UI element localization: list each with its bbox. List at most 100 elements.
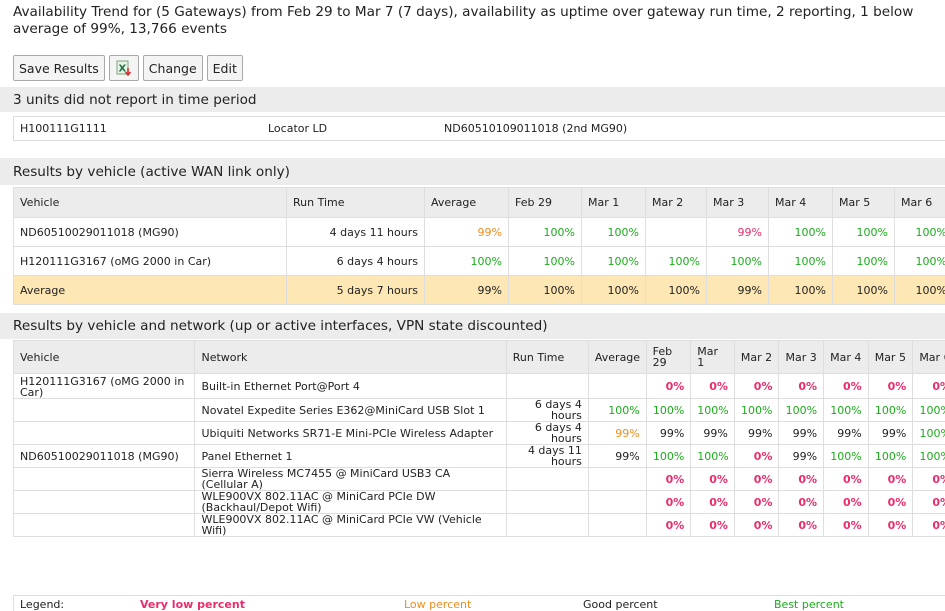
day-cell: 100% <box>832 275 895 305</box>
day-cell: 0% <box>733 467 780 491</box>
day-cell: 99% <box>733 421 780 445</box>
average-cell: 99% <box>424 217 509 247</box>
average-cell: 99% <box>587 444 647 468</box>
day-cell: 0% <box>823 467 869 491</box>
column-header[interactable]: Feb 29 <box>645 340 692 374</box>
vehicle-cell: Average <box>13 275 287 305</box>
day-cell: 0% <box>645 373 692 399</box>
day-cell: 100% <box>912 421 945 445</box>
day-cell: 100% <box>645 275 707 305</box>
day-cell: 99% <box>706 217 769 247</box>
column-header[interactable]: Mar 2 <box>645 187 707 218</box>
day-cell: 100% <box>645 246 707 276</box>
vehicle-cell: H120111G3167 (oMG 2000 in Car) <box>12 373 196 399</box>
column-header[interactable]: Mar 4 <box>768 187 833 218</box>
vehicle-results-table: Vehicle Run Time Average Feb 29 Mar 1 Ma… <box>13 187 945 305</box>
day-cell: 100% <box>832 217 895 247</box>
day-cell: 99% <box>778 444 825 468</box>
day-cell: 100% <box>508 246 582 276</box>
day-cell: 0% <box>912 490 945 514</box>
day-cell: 99% <box>778 421 825 445</box>
average-cell <box>587 490 647 514</box>
column-header[interactable]: Mar 1 <box>690 340 735 374</box>
column-header[interactable]: Mar 5 <box>832 187 895 218</box>
day-cell: 99% <box>690 421 735 445</box>
run-time-cell <box>505 467 589 491</box>
day-cell: 0% <box>867 373 914 399</box>
day-cell: 0% <box>778 373 825 399</box>
excel-export-icon: X <box>116 60 131 77</box>
column-header[interactable]: Mar 3 <box>706 187 769 218</box>
table-row: H120111G3167 (oMG 2000 in Car) Built-in … <box>12 373 945 399</box>
day-cell: 100% <box>778 398 825 422</box>
day-cell: 100% <box>690 398 735 422</box>
column-header[interactable]: Average <box>424 187 509 218</box>
day-cell: 99% <box>867 421 914 445</box>
network-cell: Sierra Wireless MC7455 @ MiniCard USB3 C… <box>194 467 507 491</box>
day-cell: 100% <box>706 246 769 276</box>
day-cell: 0% <box>823 513 869 537</box>
column-header[interactable]: Mar 3 <box>778 340 825 374</box>
run-time-cell: 6 days 4 hours <box>286 246 425 276</box>
day-cell: 100% <box>645 398 692 422</box>
day-cell: 0% <box>912 373 945 399</box>
average-cell <box>587 513 647 537</box>
day-cell: 100% <box>768 246 833 276</box>
average-cell: 99% <box>587 421 647 445</box>
day-cell <box>645 217 707 247</box>
column-header[interactable]: Mar 1 <box>581 187 646 218</box>
day-cell: 100% <box>894 217 945 247</box>
day-cell: 100% <box>581 275 646 305</box>
day-cell: 100% <box>581 246 646 276</box>
day-cell: 100% <box>508 217 582 247</box>
average-cell: 100% <box>587 398 647 422</box>
column-header[interactable]: Run Time <box>286 187 425 218</box>
legend-best: Best percent <box>774 598 844 611</box>
vehicle-cell: H120111G3167 (oMG 2000 in Car) <box>13 246 287 276</box>
unreported-unit-cell: Locator LD <box>268 122 328 135</box>
run-time-cell <box>505 373 589 399</box>
average-cell <box>587 373 647 399</box>
column-header[interactable]: Vehicle <box>13 187 287 218</box>
column-header[interactable]: Vehicle <box>12 340 196 374</box>
day-cell: 0% <box>645 490 692 514</box>
column-header[interactable]: Mar 6 <box>912 340 945 374</box>
table-header-row: Vehicle Network Run Time Average Feb 29 … <box>12 340 945 374</box>
day-cell: 100% <box>823 398 869 422</box>
vehicle-cell <box>12 490 196 514</box>
day-cell: 0% <box>690 467 735 491</box>
column-header[interactable]: Mar 2 <box>733 340 780 374</box>
vehicle-cell <box>12 421 196 445</box>
network-cell: Panel Ethernet 1 <box>194 444 507 468</box>
day-cell: 100% <box>912 398 945 422</box>
save-results-button[interactable]: Save Results <box>13 55 105 81</box>
column-header[interactable]: Mar 5 <box>867 340 914 374</box>
day-cell: 99% <box>706 275 769 305</box>
toolbar: Save Results X Change Edit <box>13 55 243 81</box>
vehicle-results-heading: Results by vehicle (active WAN link only… <box>0 158 945 185</box>
day-cell: 0% <box>733 444 780 468</box>
column-header[interactable]: Mar 6 <box>894 187 945 218</box>
vehicle-cell <box>12 467 196 491</box>
day-cell: 0% <box>733 513 780 537</box>
table-row: Ubiquiti Networks SR71-E Mini-PCIe Wirel… <box>12 421 945 445</box>
edit-button[interactable]: Edit <box>206 55 243 81</box>
day-cell: 100% <box>867 444 914 468</box>
day-cell: 100% <box>768 217 833 247</box>
excel-export-button[interactable]: X <box>108 55 139 81</box>
network-cell: Novatel Expedite Series E362@MiniCard US… <box>194 398 507 422</box>
average-cell: 100% <box>424 246 509 276</box>
table-row: ND60510029011018 (MG90) 4 days 11 hours … <box>13 217 945 247</box>
day-cell: 0% <box>912 513 945 537</box>
change-button[interactable]: Change <box>142 55 203 81</box>
day-cell: 99% <box>823 421 869 445</box>
day-cell: 100% <box>690 444 735 468</box>
column-header[interactable]: Average <box>587 340 647 374</box>
vehicle-cell <box>12 398 196 422</box>
column-header[interactable]: Run Time <box>505 340 589 374</box>
vehicle-cell: ND60510029011018 (MG90) <box>13 217 287 247</box>
column-header[interactable]: Feb 29 <box>508 187 582 218</box>
column-header[interactable]: Network <box>194 340 507 374</box>
column-header[interactable]: Mar 4 <box>823 340 869 374</box>
table-row: Novatel Expedite Series E362@MiniCard US… <box>12 398 945 422</box>
